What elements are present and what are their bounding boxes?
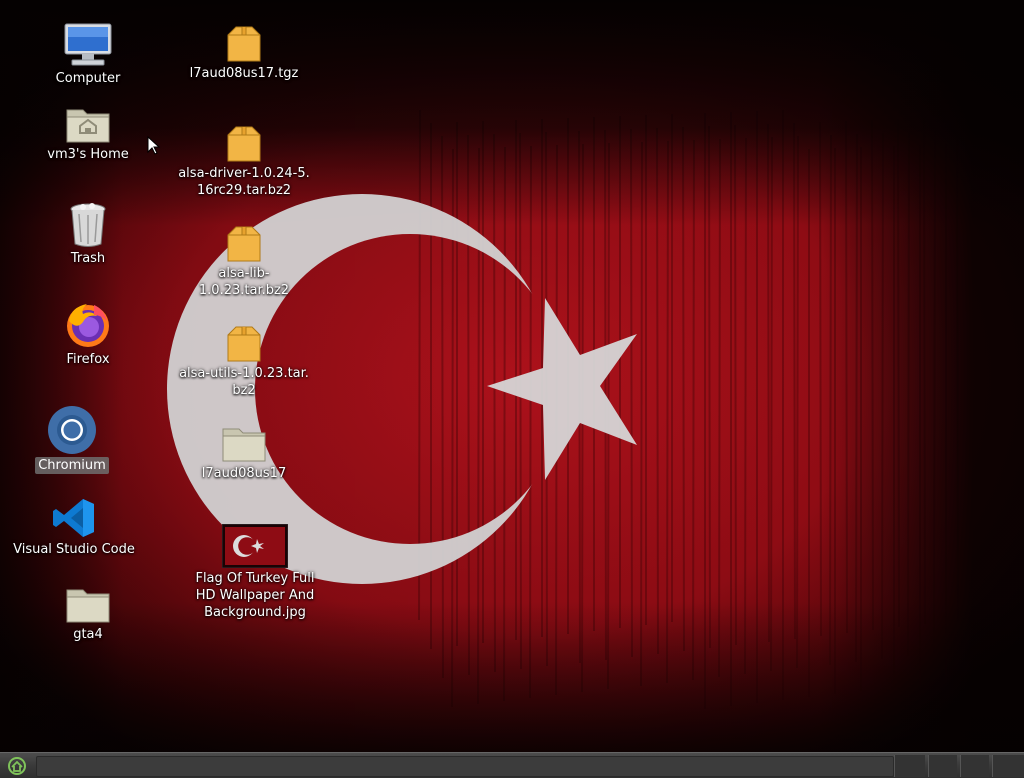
desktop-icon-label: alsa-utils-1.0.23.tar. bz2 — [179, 366, 309, 398]
desktop-icon-chromium[interactable]: Chromium — [0, 405, 147, 474]
taskbar — [0, 752, 1024, 778]
desktop-icon-alsa-lib[interactable]: alsa-lib-1.0.23.tar.bz2 — [169, 225, 319, 299]
firefox-icon — [67, 304, 109, 347]
desktop-icon-gta4[interactable]: gta4 — [13, 586, 163, 643]
taskbar-window-list[interactable] — [36, 756, 894, 777]
archive-icon — [227, 226, 261, 262]
desktop-icon-label: l7aud08us17 — [201, 466, 287, 481]
tray-segment[interactable] — [894, 755, 925, 777]
desktop-icon-label: Chromium — [35, 457, 109, 474]
archive-icon — [227, 126, 261, 162]
desktop-icon-label: Flag Of Turkey Full HD Wallpaper And Backg… — [195, 571, 315, 620]
desktop-icon-trash[interactable]: Trash — [13, 202, 163, 267]
desktop-icon-label: Computer — [55, 71, 121, 86]
desktop-icon-label: alsa-lib-1.0.23.tar.bz2 — [198, 266, 290, 298]
desktop-icon-l7aud08us17-tgz[interactable]: l7aud08us17.tgz — [169, 25, 319, 82]
desktop-icon-label: vm3's Home — [47, 147, 129, 162]
desktop-icon-label: Visual Studio Code — [13, 542, 135, 557]
menu-button[interactable] — [2, 754, 32, 777]
tray-segment[interactable] — [960, 755, 989, 777]
system-tray — [894, 755, 1024, 777]
desktop-icon-alsa-utils[interactable]: alsa-utils-1.0.23.tar. bz2 — [169, 325, 319, 399]
image-thumbnail-icon — [222, 524, 288, 568]
desktop-icon-alsa-driver[interactable]: alsa-driver-1.0.24-5. 16rc29.tar.bz2 — [169, 125, 319, 199]
desktop-icon-label: Trash — [70, 251, 106, 266]
archive-icon — [227, 26, 261, 62]
home-folder-icon — [66, 109, 110, 143]
tray-segment[interactable] — [928, 755, 957, 777]
desktop-icon-label: alsa-driver-1.0.24-5. 16rc29.tar.bz2 — [178, 166, 310, 198]
chromium-icon — [48, 406, 96, 454]
tray-segment[interactable] — [992, 755, 1024, 777]
desktop-icon-l7aud08us17-folder[interactable]: l7aud08us17 — [169, 425, 319, 482]
mouse-cursor-icon — [147, 136, 161, 155]
menu-start-icon — [8, 756, 26, 775]
desktop-icon-flag-jpg[interactable]: Flag Of Turkey Full HD Wallpaper And Backg… — [180, 524, 330, 621]
computer-icon — [64, 23, 112, 66]
desktop-icon-home[interactable]: vm3's Home — [13, 104, 163, 163]
desktop-icon-vscode[interactable]: Visual Studio Code — [0, 497, 149, 558]
archive-icon — [227, 326, 261, 362]
vscode-icon — [53, 499, 94, 537]
folder-icon — [222, 428, 266, 462]
desktop-icon-computer[interactable]: Computer — [13, 22, 163, 87]
desktop-icon-label: Firefox — [66, 352, 110, 367]
desktop-icon-label: gta4 — [73, 627, 103, 642]
folder-icon — [66, 589, 110, 623]
trash-icon — [70, 203, 106, 247]
desktop-icon-firefox[interactable]: Firefox — [13, 301, 163, 368]
desktop-icon-label: l7aud08us17.tgz — [189, 66, 299, 81]
